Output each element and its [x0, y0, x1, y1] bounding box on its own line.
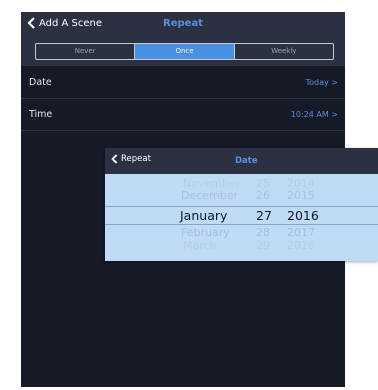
date-picker-popover: Repeat Date November 25 2014 December 26…: [105, 148, 378, 261]
picker-day: 28: [256, 226, 270, 239]
picker-month: December: [181, 189, 239, 202]
date-row[interactable]: Date Today >: [21, 68, 345, 99]
popover-back-label: Repeat: [121, 154, 151, 164]
date-value: Today >: [305, 78, 338, 87]
segment-weekly[interactable]: Weekly: [235, 44, 333, 59]
picker-month: March: [183, 239, 217, 252]
back-label: Add A Scene: [39, 17, 103, 29]
picker-year: 2017: [287, 226, 315, 239]
back-button[interactable]: Add A Scene: [27, 17, 102, 29]
picker-row-selected[interactable]: January 27 2016: [105, 208, 378, 223]
popover-back-button[interactable]: Repeat: [111, 154, 151, 164]
time-row[interactable]: Time 10:24 AM >: [21, 100, 345, 131]
time-value: 10:24 AM >: [290, 110, 338, 119]
picker-row[interactable]: December 26 2015: [105, 189, 378, 203]
picker-year: 2018: [287, 239, 315, 252]
popover-title: Date: [235, 156, 258, 166]
picker-row[interactable]: February 28 2017: [105, 226, 378, 240]
repeat-segmented-control: Never Once Weekly: [35, 43, 334, 60]
picker-month: February: [181, 226, 230, 239]
segment-once[interactable]: Once: [135, 44, 235, 59]
picker-row[interactable]: March 29 2018: [105, 239, 378, 253]
picker-day: 29: [256, 239, 270, 252]
chevron-left-icon: [27, 17, 35, 29]
picker-month: January: [180, 208, 228, 223]
picker-day: 27: [256, 208, 272, 223]
nav-bar: Add A Scene Repeat: [21, 12, 345, 38]
date-picker-wheel[interactable]: November 25 2014 December 26 2015 Januar…: [105, 174, 378, 261]
popover-nav-bar: Repeat Date: [105, 148, 378, 174]
picker-year: 2015: [287, 189, 315, 202]
picker-year: 2016: [287, 208, 319, 223]
time-label: Time: [29, 109, 53, 120]
segment-bar: Never Once Weekly: [21, 38, 345, 66]
segment-never[interactable]: Never: [36, 44, 136, 59]
picker-day: 26: [256, 189, 270, 202]
chevron-left-icon: [111, 154, 118, 164]
date-label: Date: [29, 77, 52, 88]
